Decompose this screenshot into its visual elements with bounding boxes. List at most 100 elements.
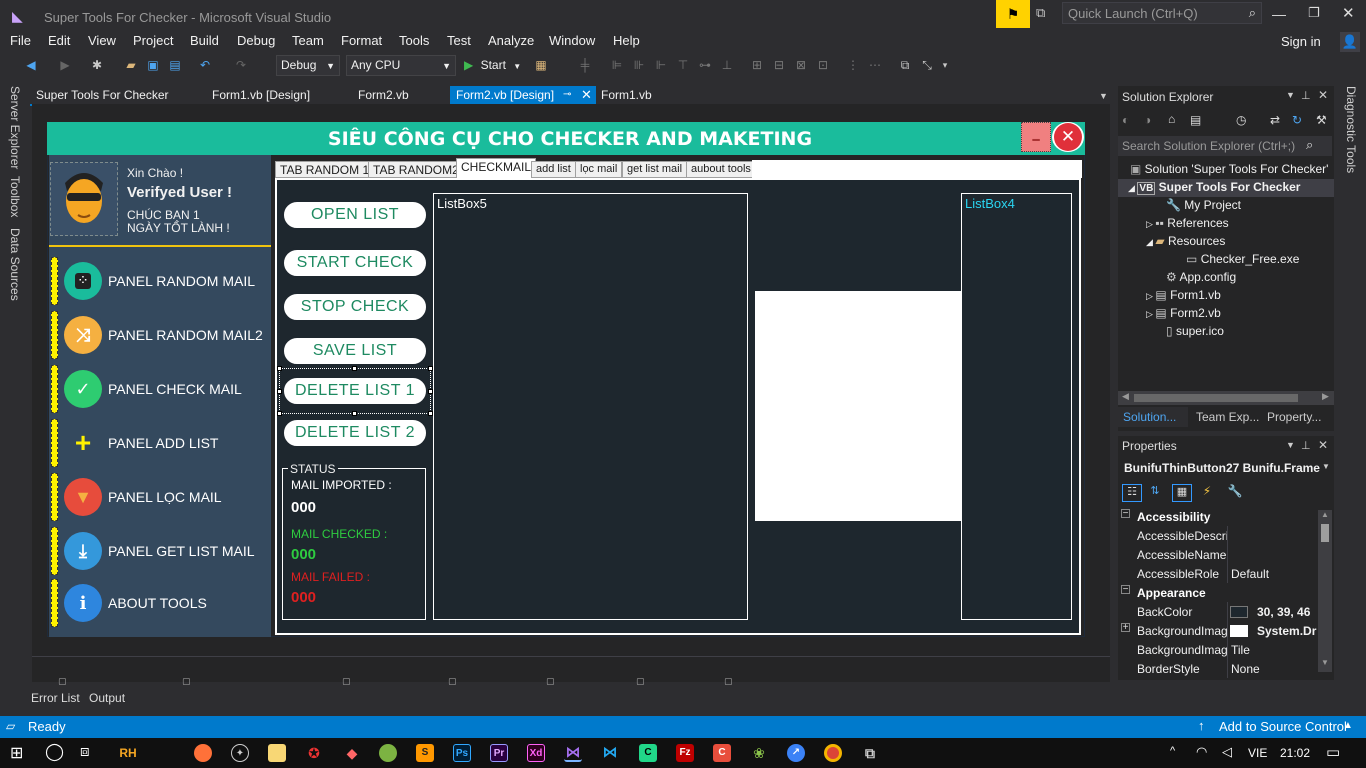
language-indicator[interactable]: VIE: [1248, 746, 1267, 760]
panel-options-icon[interactable]: ▼: [1286, 440, 1295, 450]
selection-handle[interactable]: [277, 411, 282, 416]
property-value[interactable]: None: [1231, 662, 1260, 676]
solution-tab[interactable]: Solution...: [1123, 410, 1176, 424]
sync-icon[interactable]: ⇄: [1270, 113, 1280, 127]
collapse-icon[interactable]: −: [1121, 585, 1130, 595]
tray-component-icon[interactable]: ▢: [724, 676, 733, 687]
same-height-icon[interactable]: ⊟: [772, 58, 786, 72]
tray-component-icon[interactable]: ▢: [546, 676, 555, 687]
menu-window[interactable]: Window: [549, 33, 595, 48]
tree-resources[interactable]: ◢ ▰ Resources: [1146, 234, 1225, 248]
property-pages-icon[interactable]: 🔧: [1226, 484, 1244, 502]
property-row[interactable]: BackColor 30, 39, 46: [1118, 602, 1332, 621]
photoshop-icon[interactable]: Ps: [453, 744, 471, 762]
alphabetical-icon[interactable]: ⇅: [1146, 484, 1164, 502]
property-value[interactable]: Default: [1231, 567, 1269, 581]
toolbar-overflow-icon[interactable]: ▾: [938, 58, 952, 72]
property-row[interactable]: BackgroundImag Tile: [1118, 640, 1332, 659]
redo-icon[interactable]: ↷: [234, 58, 248, 72]
property-row[interactable]: AccessibleDescri: [1118, 526, 1332, 545]
visual-studio-icon[interactable]: ⋈: [564, 744, 582, 762]
property-category[interactable]: − Accessibility: [1118, 507, 1332, 526]
tab-list-dropdown-icon[interactable]: ▼: [1099, 91, 1108, 101]
new-project-icon[interactable]: ✱: [90, 58, 104, 72]
team-explorer-tab[interactable]: Team Exp...: [1196, 410, 1259, 424]
open-list-button[interactable]: OPEN LIST: [282, 200, 428, 230]
feedback-icon[interactable]: ⧉: [1036, 5, 1054, 23]
property-manager-tab[interactable]: Property...: [1267, 410, 1321, 424]
open-folder-icon[interactable]: ▰: [124, 58, 138, 72]
selection-handle[interactable]: [277, 389, 282, 394]
menu-view[interactable]: View: [88, 33, 116, 48]
align-grid-icon[interactable]: ╪: [578, 58, 592, 72]
menu-help[interactable]: Help: [613, 33, 640, 48]
tray-component-icon[interactable]: ▢: [448, 676, 457, 687]
close-tab-icon[interactable]: ✕: [581, 87, 592, 103]
align-left-icon[interactable]: ⊫: [610, 58, 624, 72]
tray-component-icon[interactable]: ▢: [182, 676, 191, 687]
bring-front-icon[interactable]: ⧉: [898, 58, 912, 72]
spacing-horizontal-icon[interactable]: ⋮: [846, 58, 860, 72]
tab-get-list-mail[interactable]: get list mail: [622, 161, 688, 178]
server-explorer-tab[interactable]: Server Explorer: [8, 86, 22, 169]
nav-loc-mail[interactable]: PANEL LỌC MAIL: [108, 489, 222, 505]
categorized-icon[interactable]: ☷: [1122, 484, 1142, 502]
task-view-icon[interactable]: ⧈: [80, 743, 90, 760]
send-back-icon[interactable]: ⤡: [920, 58, 934, 72]
align-middle-icon[interactable]: ⊶: [698, 58, 712, 72]
tab-loc-mail[interactable]: lọc mail: [575, 161, 623, 178]
align-center-icon[interactable]: ⊪: [632, 58, 646, 72]
form-minimize-button[interactable]: ━: [1021, 122, 1051, 152]
premiere-icon[interactable]: Pr: [490, 744, 508, 762]
spacing-increase-icon[interactable]: ⋯: [868, 58, 882, 72]
rh-app-icon[interactable]: RH: [119, 744, 137, 762]
minimize-button[interactable]: —: [1272, 6, 1288, 22]
save-icon[interactable]: ▣: [146, 58, 160, 72]
tray-component-icon[interactable]: ▢: [58, 676, 67, 687]
close-panel-icon[interactable]: ✕: [1318, 438, 1328, 452]
sign-in-link[interactable]: Sign in: [1281, 34, 1321, 49]
menu-format[interactable]: Format: [341, 33, 382, 48]
tray-component-icon[interactable]: ▢: [636, 676, 645, 687]
property-value[interactable]: 30, 39, 46: [1257, 605, 1310, 619]
tree-app-config[interactable]: ⚙ App.config: [1166, 270, 1236, 284]
save-list-button[interactable]: SAVE LIST: [282, 336, 428, 366]
align-bottom-icon[interactable]: ⊥: [720, 58, 734, 72]
menu-edit[interactable]: Edit: [48, 33, 70, 48]
selection-handle[interactable]: [277, 366, 282, 371]
firefox-icon[interactable]: [194, 744, 212, 762]
toolbox-tab[interactable]: Toolbox: [8, 176, 22, 217]
clock[interactable]: 21:02: [1280, 746, 1310, 760]
close-panel-icon[interactable]: ✕: [1318, 88, 1328, 102]
tree-super-ico[interactable]: ▯ super.ico: [1166, 324, 1224, 338]
tab-form1-vb[interactable]: Form1.vb: [595, 87, 658, 104]
home-icon[interactable]: ⌂: [1168, 112, 1175, 126]
menu-file[interactable]: File: [10, 33, 31, 48]
tab-random-2[interactable]: TAB RANDOM2: [368, 161, 464, 178]
nav-check-mail[interactable]: PANEL CHECK MAIL: [108, 381, 242, 397]
events-icon[interactable]: ⚡: [1198, 484, 1216, 502]
chevron-up-icon[interactable]: ^: [1170, 745, 1175, 757]
notification-icon[interactable]: ▭: [1326, 743, 1340, 761]
back-icon[interactable]: ◀: [24, 58, 38, 72]
size-grid-icon[interactable]: ⊡: [816, 58, 830, 72]
menu-analyze[interactable]: Analyze: [488, 33, 534, 48]
tab-about-tools[interactable]: aubout tools: [686, 161, 756, 178]
tab-random-1[interactable]: TAB RANDOM 1: [275, 161, 375, 178]
app-icon[interactable]: C: [713, 744, 731, 762]
back-icon[interactable]: ◐: [1122, 113, 1129, 127]
tree-project[interactable]: ◢ VB Super Tools For Checker: [1128, 180, 1300, 195]
diagnostic-tools-tab[interactable]: Diagnostic Tools: [1344, 86, 1358, 173]
data-sources-tab[interactable]: Data Sources: [8, 228, 22, 301]
account-icon[interactable]: 👤: [1340, 32, 1360, 52]
app-icon[interactable]: C: [639, 744, 657, 762]
nav-random-mail[interactable]: PANEL RANDOM MAIL: [108, 273, 255, 289]
file-explorer-icon[interactable]: [268, 744, 286, 762]
same-width-icon[interactable]: ⊞: [750, 58, 764, 72]
pin-icon[interactable]: ⊥: [1301, 439, 1311, 452]
browse-icon[interactable]: ▦: [534, 58, 548, 72]
properties-view-icon[interactable]: ▦: [1172, 484, 1192, 502]
menu-tools[interactable]: Tools: [399, 33, 429, 48]
forward-icon[interactable]: ▶: [58, 58, 72, 72]
tab-add-list[interactable]: add list: [531, 161, 576, 178]
